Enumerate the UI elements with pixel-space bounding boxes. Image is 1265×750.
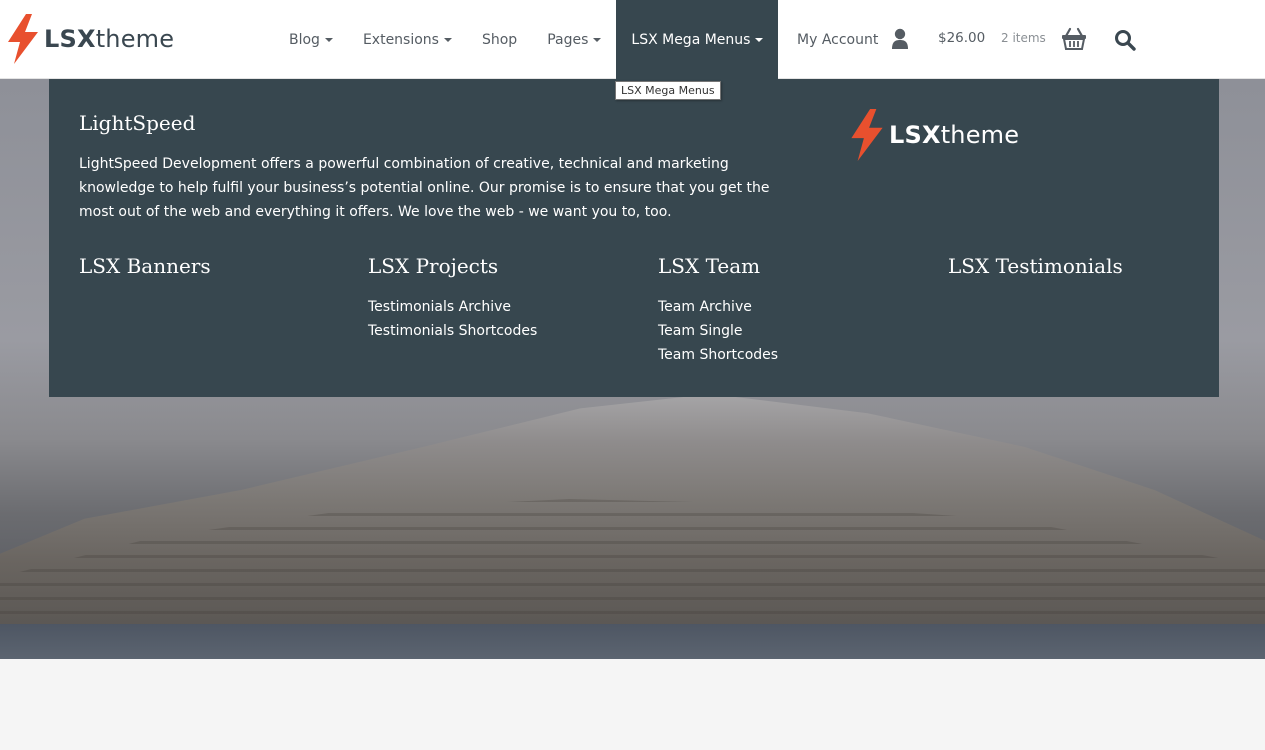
nav-label: LSX Mega Menus — [631, 31, 751, 48]
caret-down-icon — [593, 37, 602, 42]
site-logo[interactable]: LSXtheme — [6, 14, 174, 64]
mega-menu-about-title: LightSpeed — [79, 111, 196, 135]
mega-menu-about-text: LightSpeed Development offers a powerful… — [79, 156, 770, 220]
my-account-link[interactable]: My Account — [797, 0, 878, 79]
site-header: LSXtheme Blog Extensions Shop Pages LSX … — [0, 0, 1265, 79]
logo-text: LSXtheme — [889, 121, 1020, 149]
cart-count[interactable]: 2 items — [1001, 31, 1046, 45]
nav-label: Blog — [289, 31, 320, 48]
my-account-label: My Account — [797, 31, 879, 48]
mega-menu-column-title[interactable]: LSX Testimonials — [948, 254, 1218, 278]
lightning-logo-icon — [851, 109, 883, 161]
menu-link-team-archive[interactable]: Team Archive — [658, 295, 928, 319]
menu-link-team-shortcodes[interactable]: Team Shortcodes — [658, 343, 928, 367]
mega-menu-panel: LightSpeed LightSpeed Development offers… — [49, 79, 1219, 397]
user-icon[interactable] — [891, 28, 909, 50]
caret-down-icon — [755, 37, 764, 42]
mega-menu-column-banners: LSX Banners — [79, 254, 349, 295]
menu-link-testimonials-shortcodes[interactable]: Testimonials Shortcodes — [368, 319, 638, 343]
mega-menu-column-title[interactable]: LSX Team — [658, 254, 928, 278]
cart-amount[interactable]: $26.00 — [938, 30, 985, 46]
content-section — [0, 659, 1265, 750]
caret-down-icon — [443, 37, 452, 42]
logo-text: LSXtheme — [44, 25, 175, 53]
nav-item-shop[interactable]: Shop — [467, 0, 532, 79]
search-icon[interactable] — [1114, 29, 1136, 51]
nav-item-pages[interactable]: Pages — [532, 0, 616, 79]
mega-menu-column-projects: LSX Projects Testimonials Archive Testim… — [368, 254, 638, 343]
sea-image — [0, 624, 1265, 659]
mega-menu-column-team: LSX Team Team Archive Team Single Team S… — [658, 254, 928, 367]
nav-tooltip: LSX Mega Menus — [615, 81, 721, 100]
nav-label: Shop — [481, 31, 518, 48]
menu-link-team-single[interactable]: Team Single — [658, 319, 928, 343]
mega-menu-logo: LSXtheme — [849, 109, 1019, 161]
mega-menu-column-title[interactable]: LSX Projects — [368, 254, 638, 278]
nav-item-blog[interactable]: Blog — [274, 0, 348, 79]
mega-menu-column-title[interactable]: LSX Banners — [79, 254, 349, 278]
mega-menu-column-testimonials: LSX Testimonials — [948, 254, 1218, 295]
nav-item-extensions[interactable]: Extensions — [348, 0, 467, 79]
nav-item-lsx-mega-menus[interactable]: LSX Mega Menus — [616, 0, 779, 79]
nav-label: Pages — [547, 31, 589, 48]
lightning-logo-icon — [8, 14, 38, 64]
caret-down-icon — [324, 37, 333, 42]
basket-icon[interactable] — [1061, 27, 1087, 51]
main-nav: Blog Extensions Shop Pages LSX Mega Menu… — [274, 0, 779, 79]
nav-label: Extensions — [362, 31, 439, 48]
menu-link-testimonials-archive[interactable]: Testimonials Archive — [368, 295, 638, 319]
